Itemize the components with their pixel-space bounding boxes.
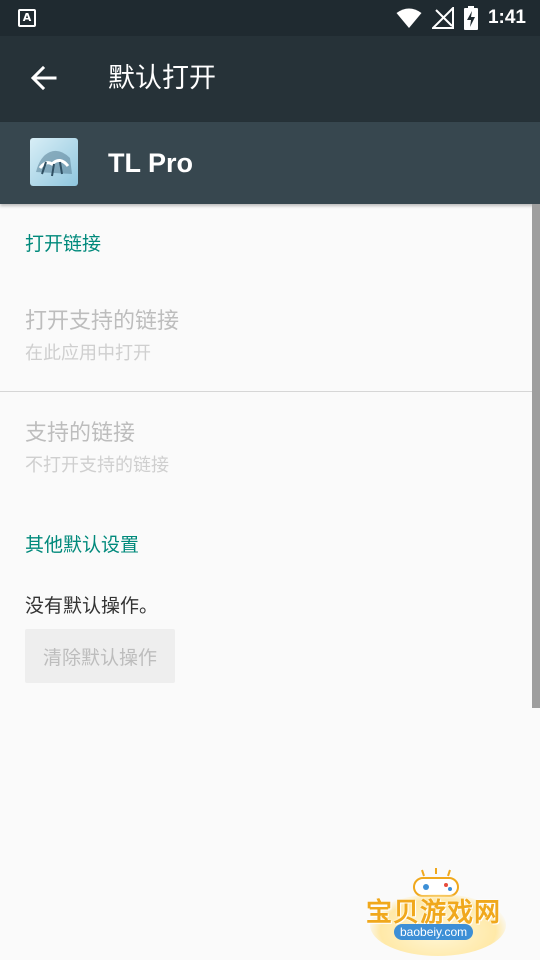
- app-icon: [30, 138, 78, 186]
- app-header: TL Pro: [0, 122, 540, 204]
- settings-list: 打开链接 打开支持的链接 在此应用中打开 支持的链接 不打开支持的链接 其他默认…: [0, 204, 540, 960]
- divider: [0, 391, 532, 392]
- arrow-back-icon: [31, 66, 57, 90]
- status-time: 1:41: [487, 7, 526, 28]
- status-icons: 1:41: [396, 5, 526, 31]
- notification-icon: A: [18, 9, 36, 27]
- watermark: 宝贝游戏网 baobeiy.com: [364, 868, 510, 958]
- scrollbar[interactable]: [532, 204, 540, 708]
- pref-title: 打开支持的链接: [25, 309, 180, 334]
- clear-defaults-button[interactable]: 清除默认操作: [25, 629, 175, 683]
- pref-summary: 不打开支持的链接: [25, 455, 169, 476]
- battery-charging-icon: [463, 6, 478, 30]
- app-bar: 默认打开: [0, 36, 540, 122]
- page-title: 默认打开: [108, 63, 216, 94]
- watermark-url: baobeiy.com: [394, 924, 474, 940]
- pref-summary: 在此应用中打开: [25, 343, 151, 364]
- pref-title: 支持的链接: [25, 421, 136, 446]
- no-signal-icon: [431, 7, 454, 29]
- section-title-open-links: 打开链接: [25, 233, 102, 255]
- wifi-icon: [396, 8, 422, 28]
- app-logo-icon: [36, 150, 72, 177]
- no-defaults-message: 没有默认操作。: [25, 595, 159, 617]
- status-bar: A 1:41: [0, 0, 540, 36]
- app-name: TL Pro: [108, 148, 194, 178]
- back-button[interactable]: [22, 56, 66, 100]
- section-title-other-defaults: 其他默认设置: [25, 534, 140, 556]
